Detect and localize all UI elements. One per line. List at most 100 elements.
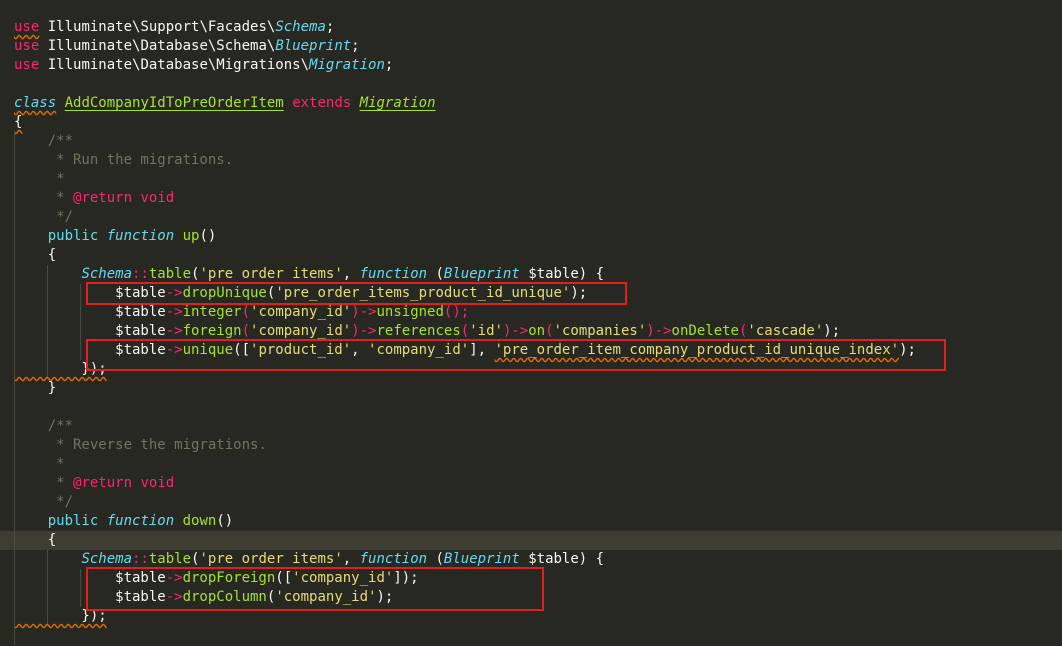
highlight-box-drop-unique	[86, 282, 627, 305]
operator: ->	[511, 323, 529, 339]
punctuation: ) {	[578, 551, 605, 567]
punctuation: );	[823, 323, 841, 339]
code-line[interactable]: /**	[0, 417, 1062, 436]
doc-type: void	[132, 190, 175, 206]
class-name: Schema	[275, 19, 326, 35]
keyword: use	[14, 19, 40, 35]
namespace: Illuminate\Database\Migrations\	[39, 57, 310, 73]
method-name: down	[182, 513, 217, 529]
doc-tag: @return	[73, 190, 133, 206]
method-name: table	[148, 551, 192, 567]
current-line[interactable]: {	[0, 531, 1062, 550]
class-name: Schema	[81, 266, 133, 282]
punctuation: (	[427, 266, 444, 282]
comment: *	[14, 171, 65, 187]
code-line[interactable]	[0, 398, 1062, 417]
comment: */	[14, 494, 74, 510]
string: 'cascade'	[747, 323, 824, 339]
class-name: Blueprint	[443, 266, 520, 282]
code-line[interactable]: use Illuminate\Support\Facades\Schema;	[0, 18, 1062, 37]
code-line[interactable]: class AddCompanyIdToPreOrderItem extends…	[0, 94, 1062, 113]
method-name: references	[376, 323, 461, 339]
code-line[interactable]: *	[0, 170, 1062, 189]
class-name: Blueprint	[443, 551, 520, 567]
punctuation: ) {	[578, 266, 605, 282]
method-name: foreign	[182, 323, 242, 339]
class-name: Migration	[309, 57, 385, 73]
code-line[interactable]: $table->integer('company_id')->unsigned(…	[0, 303, 1062, 322]
punctuation: ,	[342, 266, 360, 282]
comment: /**	[14, 418, 74, 434]
code-line[interactable]	[0, 626, 1062, 645]
keyword-extends: extends	[292, 95, 352, 111]
operator: ->	[654, 323, 672, 339]
class-name: AddCompanyIdToPreOrderItem	[64, 95, 284, 111]
namespace: Illuminate\Support\Facades\	[39, 19, 276, 35]
code-line[interactable]: * @return void	[0, 189, 1062, 208]
keyword-function: function	[359, 551, 428, 567]
highlight-box-unique-index	[86, 339, 946, 371]
code-line[interactable]: }	[0, 379, 1062, 398]
keyword-function: function	[106, 513, 175, 529]
punctuation: (	[427, 551, 444, 567]
string: 'id'	[469, 323, 503, 339]
variable: $table	[519, 266, 579, 282]
code-line[interactable]: * Reverse the migrations.	[0, 436, 1062, 455]
code-line[interactable]: use Illuminate\Database\Schema\Blueprint…	[0, 37, 1062, 56]
code-editor[interactable]: use Illuminate\Support\Facades\Schema; u…	[0, 0, 1062, 646]
indent-guide	[14, 398, 15, 417]
punctuation: )	[646, 323, 655, 339]
indent-guide	[14, 626, 15, 645]
variable: $table	[14, 323, 166, 339]
method-name: integer	[182, 304, 242, 320]
keyword-public: public	[47, 228, 99, 244]
string: 'pre order items'	[199, 551, 343, 567]
comment: */	[14, 209, 74, 225]
code-line[interactable]: use Illuminate\Database\Migrations\Migra…	[0, 56, 1062, 75]
string: 'company_id'	[250, 323, 352, 339]
method-name: onDelete	[671, 323, 739, 339]
doc-type: void	[132, 475, 175, 491]
parent-class-name: Migration	[359, 95, 436, 111]
brace: {	[14, 247, 57, 263]
code-line[interactable]: public function up()	[0, 227, 1062, 246]
code-line[interactable]: /**	[0, 132, 1062, 151]
class-name: Schema	[81, 551, 133, 567]
operator: ->	[165, 323, 183, 339]
comment: *	[14, 456, 65, 472]
code-line[interactable]: {	[0, 113, 1062, 132]
code-line[interactable]: * @return void	[0, 474, 1062, 493]
punctuation: ;	[351, 38, 360, 54]
brace: {	[14, 532, 57, 548]
punctuation: ,	[342, 551, 360, 567]
punctuation: (	[460, 323, 470, 339]
punctuation: ;	[384, 57, 394, 73]
code-line[interactable]: */	[0, 493, 1062, 512]
code-line[interactable]: public function down()	[0, 512, 1062, 531]
keyword-function: function	[106, 228, 175, 244]
punctuation: (	[545, 323, 554, 339]
code-line[interactable]: */	[0, 208, 1062, 227]
code-line[interactable]: {	[0, 246, 1062, 265]
code-line[interactable]: * Run the migrations.	[0, 151, 1062, 170]
variable: $table	[14, 304, 166, 320]
class-name: Blueprint	[275, 38, 352, 54]
operator: ::	[132, 266, 149, 282]
punctuation: (	[241, 323, 251, 339]
method-name: up	[182, 228, 200, 244]
punctuation: ()	[199, 228, 217, 244]
code-line[interactable]: *	[0, 455, 1062, 474]
variable: $table	[519, 551, 579, 567]
punctuation: ();	[443, 304, 470, 320]
brace: {	[14, 114, 23, 130]
string: 'companies'	[553, 323, 647, 339]
method-name: on	[528, 323, 546, 339]
comment: * Reverse the migrations.	[14, 437, 267, 453]
